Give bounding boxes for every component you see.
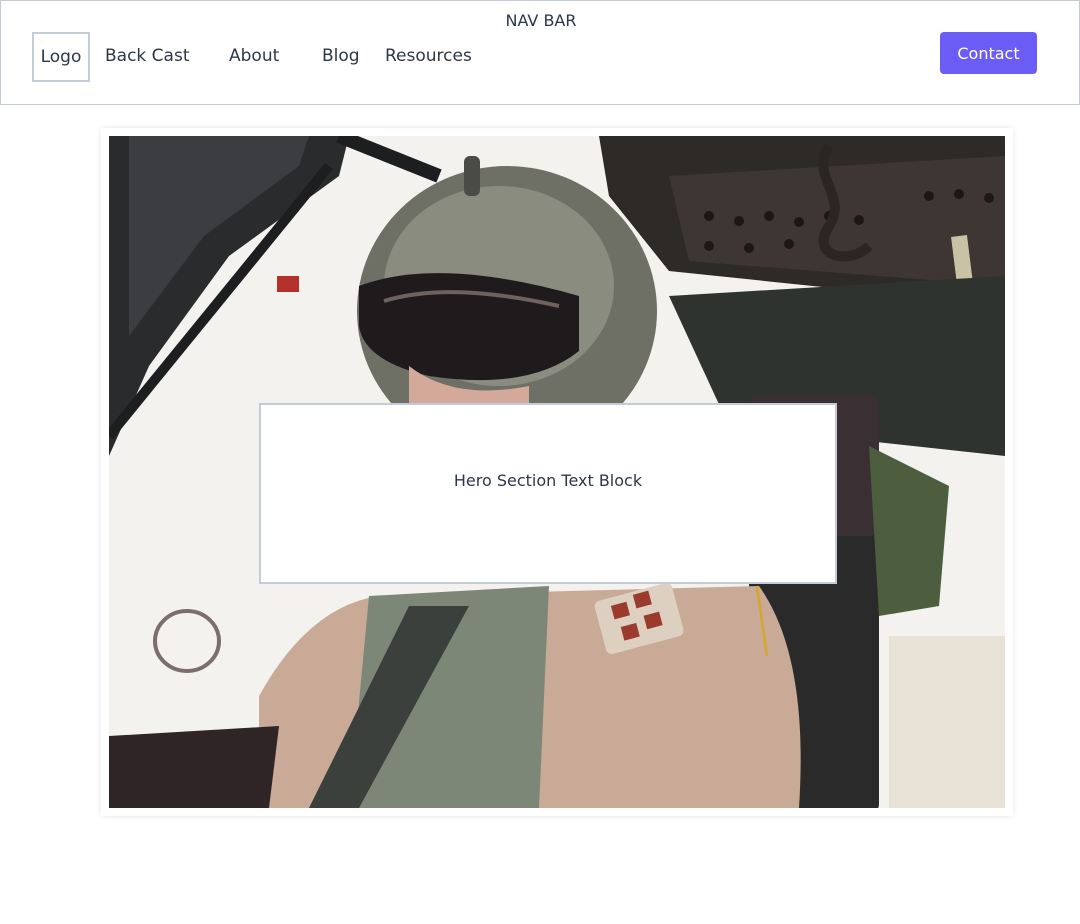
nav-bar-title: NAV BAR: [505, 11, 577, 30]
logo[interactable]: Logo: [32, 32, 90, 82]
nav-link-about[interactable]: About: [229, 46, 279, 66]
nav-link-resources[interactable]: Resources: [385, 46, 472, 66]
hero-section: Hero Section Text Block: [101, 128, 1013, 816]
nav-bar: NAV BAR Logo Back Cast About Blog Resour…: [0, 0, 1080, 105]
hero-text-block: Hero Section Text Block: [259, 403, 837, 584]
nav-link-blog[interactable]: Blog: [322, 46, 360, 66]
nav-link-back-cast[interactable]: Back Cast: [105, 46, 190, 66]
contact-button[interactable]: Contact: [940, 32, 1037, 74]
